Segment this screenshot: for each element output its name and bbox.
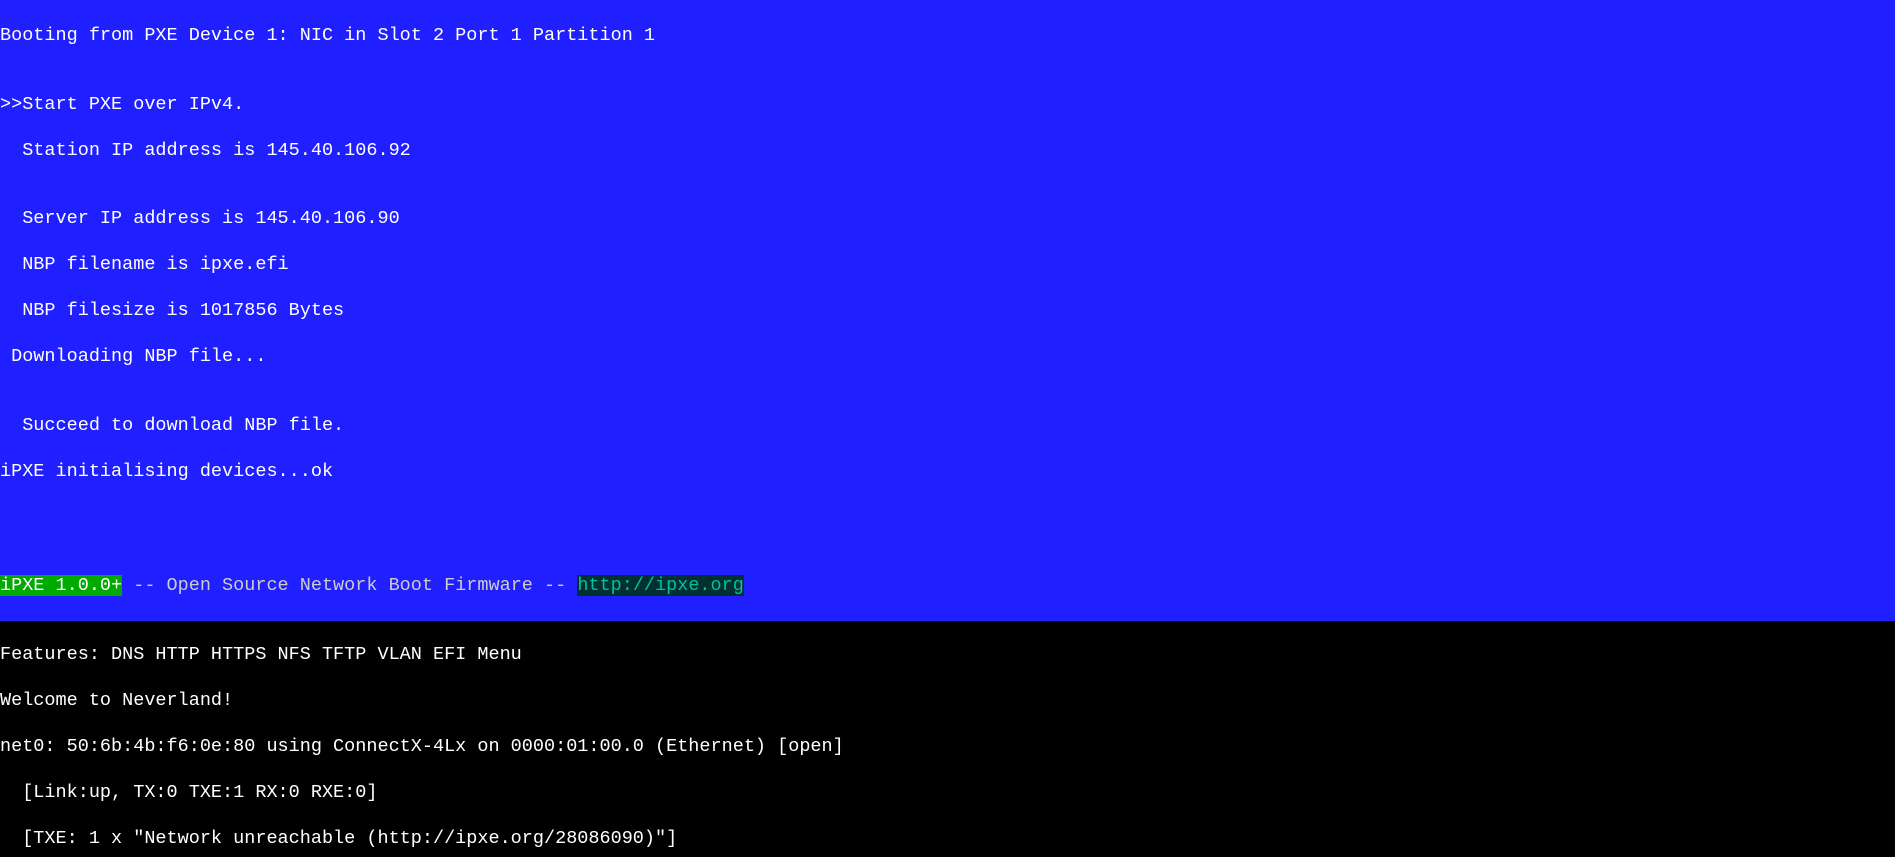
pxe-nbp-filesize: NBP filesize is 1017856 Bytes xyxy=(0,300,1895,323)
pxe-boot-section: Booting from PXE Device 1: NIC in Slot 2… xyxy=(0,0,1895,621)
pxe-station-ip: Station IP address is 145.40.106.92 xyxy=(0,140,1895,163)
banner-separator: -- Open Source Network Boot Firmware -- xyxy=(122,575,577,596)
ipxe-version-badge: iPXE 1.0.0+ xyxy=(0,575,122,596)
pxe-start: >>Start PXE over IPv4. xyxy=(0,94,1895,117)
ipxe-output-section: Features: DNS HTTP HTTPS NFS TFTP VLAN E… xyxy=(0,621,1895,857)
ipxe-url-link[interactable]: http://ipxe.org xyxy=(577,575,744,596)
net0-txe-error: [TXE: 1 x "Network unreachable (http://i… xyxy=(0,828,1895,851)
pxe-nbp-filename: NBP filename is ipxe.efi xyxy=(0,254,1895,277)
ipxe-init: iPXE initialising devices...ok xyxy=(0,461,1895,484)
pxe-server-ip: Server IP address is 145.40.106.90 xyxy=(0,208,1895,231)
pxe-header: Booting from PXE Device 1: NIC in Slot 2… xyxy=(0,25,1895,48)
ipxe-banner: iPXE 1.0.0+ -- Open Source Network Boot … xyxy=(0,575,1895,598)
net0-mac: net0: 50:6b:4b:f6:0e:80 using ConnectX-4… xyxy=(0,736,1895,759)
pxe-downloading: Downloading NBP file... xyxy=(0,346,1895,369)
net0-link-status: [Link:up, TX:0 TXE:1 RX:0 RXE:0] xyxy=(0,782,1895,805)
welcome-line: Welcome to Neverland! xyxy=(0,690,1895,713)
pxe-succeed: Succeed to download NBP file. xyxy=(0,415,1895,438)
ipxe-features: Features: DNS HTTP HTTPS NFS TFTP VLAN E… xyxy=(0,644,1895,667)
